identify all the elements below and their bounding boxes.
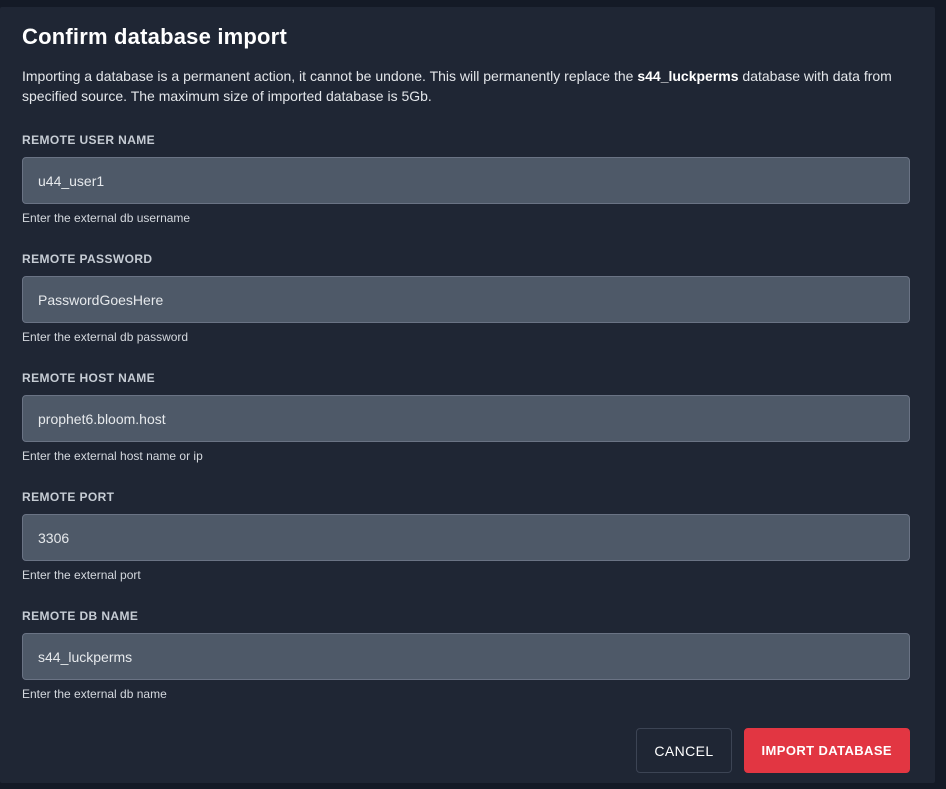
modal-footer: CANCEL IMPORT DATABASE: [22, 728, 910, 773]
remote-db-name-input[interactable]: [22, 633, 910, 680]
field-group-remote-host-name: REMOTE HOST NAME Enter the external host…: [22, 371, 910, 463]
remote-port-label: REMOTE PORT: [22, 490, 910, 504]
field-group-remote-user-name: REMOTE USER NAME Enter the external db u…: [22, 133, 910, 225]
remote-password-label: REMOTE PASSWORD: [22, 252, 910, 266]
field-group-remote-password: REMOTE PASSWORD Enter the external db pa…: [22, 252, 910, 344]
remote-user-name-input[interactable]: [22, 157, 910, 204]
cancel-button[interactable]: CANCEL: [636, 728, 731, 773]
remote-password-input[interactable]: [22, 276, 910, 323]
remote-host-name-label: REMOTE HOST NAME: [22, 371, 910, 385]
import-database-button[interactable]: IMPORT DATABASE: [744, 728, 910, 773]
remote-db-name-label: REMOTE DB NAME: [22, 609, 910, 623]
remote-host-name-helper: Enter the external host name or ip: [22, 449, 910, 463]
field-group-remote-port: REMOTE PORT Enter the external port: [22, 490, 910, 582]
remote-user-name-helper: Enter the external db username: [22, 211, 910, 225]
remote-db-name-helper: Enter the external db name: [22, 687, 910, 701]
import-form: REMOTE USER NAME Enter the external db u…: [22, 133, 910, 701]
remote-port-input[interactable]: [22, 514, 910, 561]
remote-host-name-input[interactable]: [22, 395, 910, 442]
remote-user-name-label: REMOTE USER NAME: [22, 133, 910, 147]
database-name-highlight: s44_luckperms: [637, 68, 738, 84]
description-text-1: Importing a database is a permanent acti…: [22, 68, 637, 84]
remote-port-helper: Enter the external port: [22, 568, 910, 582]
page-title: Confirm database import: [22, 24, 910, 50]
modal-description: Importing a database is a permanent acti…: [22, 66, 902, 106]
field-group-remote-db-name: REMOTE DB NAME Enter the external db nam…: [22, 609, 910, 701]
remote-password-helper: Enter the external db password: [22, 330, 910, 344]
confirm-database-import-modal: Confirm database import Importing a data…: [0, 7, 935, 783]
